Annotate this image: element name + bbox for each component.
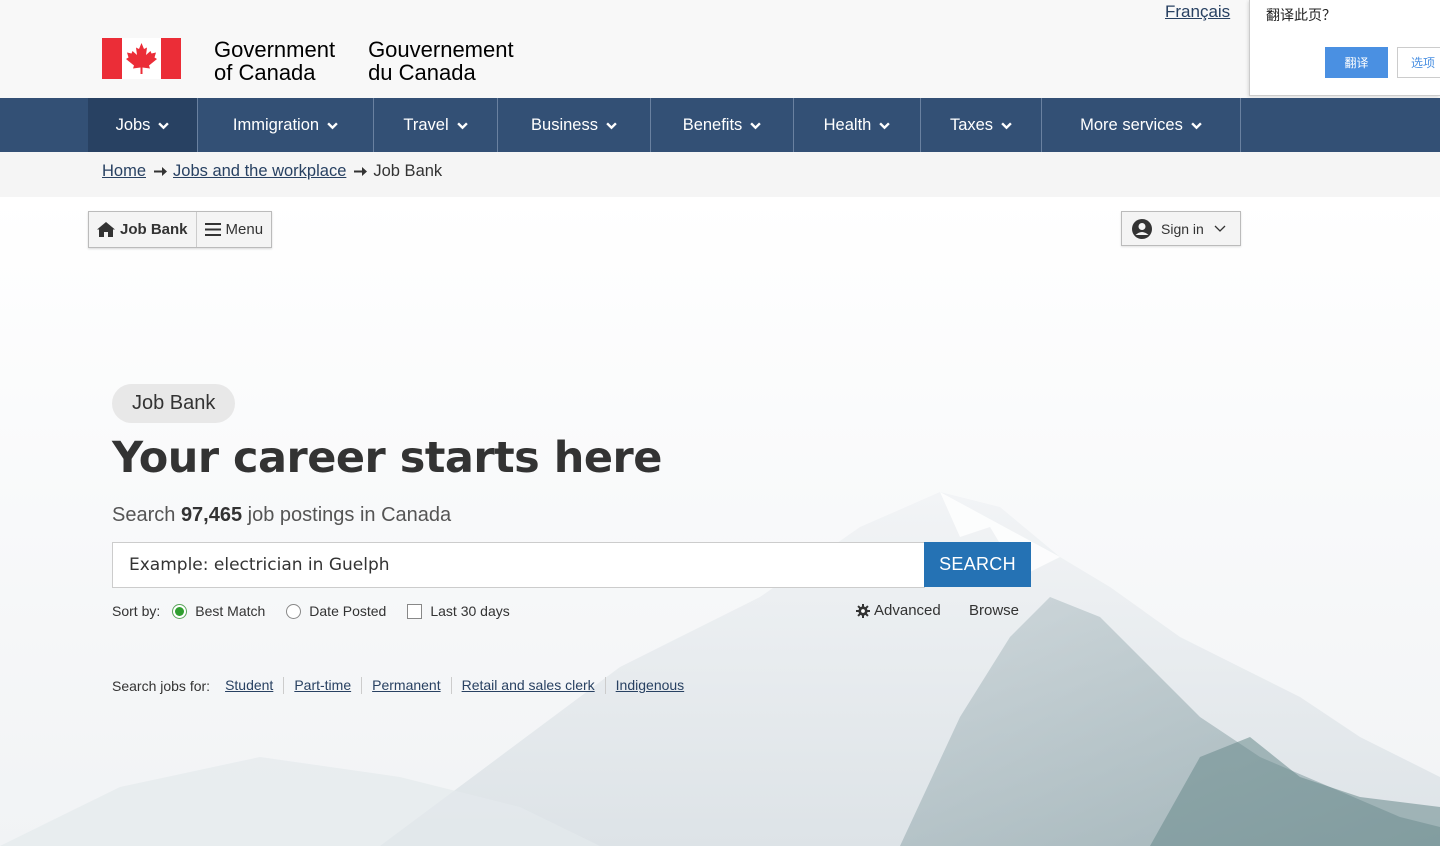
job-bank-pill: Job Bank — [112, 384, 236, 423]
gear-icon — [856, 603, 870, 618]
chevron-down-icon — [1191, 121, 1202, 129]
home-icon — [97, 222, 115, 237]
translate-question: 翻译此页？ — [1266, 8, 1336, 24]
nav-label: Taxes — [949, 115, 994, 134]
breadcrumb-home-link[interactable]: Home — [102, 162, 146, 181]
nav-item-taxes[interactable]: Taxes — [921, 98, 1042, 152]
postings-count: 97,465 — [180, 504, 243, 526]
chevron-down-icon — [327, 121, 338, 129]
brand-fr-line2: du Canada — [368, 60, 476, 85]
search-button[interactable]: SEARCH — [924, 542, 1031, 587]
nav-label: Health — [823, 115, 872, 134]
chevron-down-icon — [158, 121, 170, 129]
chevron-down-icon — [456, 121, 468, 129]
job-search-input[interactable]: Example: electrician in Guelph — [112, 542, 925, 588]
last-30-days-label: Last 30 days — [430, 603, 510, 619]
hamburger-icon — [204, 223, 221, 236]
sign-in-label: Sign in — [1161, 220, 1204, 237]
job-bank-home-label: Job Bank — [120, 221, 188, 238]
nav-list: Jobs Immigration Travel Business Benefit… — [88, 98, 1241, 152]
quick-link-student[interactable]: Student — [225, 677, 285, 694]
main-navigation: Jobs Immigration Travel Business Benefit… — [0, 98, 1440, 152]
last-30-days-option[interactable]: Last 30 days — [407, 603, 510, 619]
menu-button[interactable]: Menu — [197, 212, 272, 247]
radio-unselected-icon[interactable] — [286, 603, 302, 619]
government-brand[interactable]: Government of Canada Gouvernement du Can… — [102, 38, 514, 84]
canada-flag-icon — [102, 38, 181, 79]
advanced-search-link[interactable]: Advanced — [856, 602, 941, 619]
quick-search-links: Search jobs for: Student Part-time Perma… — [112, 677, 694, 694]
postings-summary: Search 97,465 job postings in Canada — [112, 504, 451, 527]
sort-best-match-option[interactable]: Best Match — [172, 603, 265, 619]
nav-item-travel[interactable]: Travel — [374, 98, 498, 152]
chevron-down-icon — [1001, 121, 1012, 129]
site-header: Français Government of Canada Gouverneme… — [0, 0, 1440, 98]
user-circle-icon — [1132, 218, 1152, 239]
language-toggle-link[interactable]: Français — [1165, 2, 1230, 22]
hero-section: Job Bank Menu Sign in Job Bank Your care… — [0, 197, 1440, 846]
brand-fr-line1: Gouvernement — [368, 37, 514, 62]
quick-link-permanent[interactable]: Permanent — [362, 677, 452, 694]
brand-en-line2: of Canada — [214, 60, 316, 85]
translate-options-button[interactable]: 选项 — [1397, 47, 1440, 78]
quick-search-label: Search jobs for: — [112, 677, 211, 694]
translate-button[interactable]: 翻译 — [1325, 47, 1388, 78]
nav-label: Travel — [403, 115, 449, 134]
nav-item-business[interactable]: Business — [498, 98, 651, 152]
breadcrumb: Home Jobs and the workplace Job Bank — [0, 152, 1440, 197]
sign-in-button[interactable]: Sign in — [1121, 211, 1241, 246]
brand-en-line1: Government — [214, 37, 336, 62]
nav-label: Benefits — [682, 115, 743, 134]
sort-options: Sort by: Best Match Date Posted Last 30 … — [112, 603, 531, 619]
nav-item-immigration[interactable]: Immigration — [198, 98, 374, 152]
nav-item-benefits[interactable]: Benefits — [651, 98, 794, 152]
chevron-down-icon — [879, 121, 891, 129]
nav-label: Business — [531, 115, 598, 134]
summary-suffix: job postings in Canada — [242, 504, 452, 526]
sort-date-posted-option[interactable]: Date Posted — [286, 603, 386, 619]
chevron-down-icon — [606, 121, 617, 129]
job-bank-home-button[interactable]: Job Bank — [89, 212, 197, 247]
nav-item-more-services[interactable]: More services — [1042, 98, 1241, 152]
menu-label: Menu — [225, 221, 264, 238]
chevron-down-icon — [1214, 225, 1226, 232]
sort-date-posted-label: Date Posted — [309, 603, 387, 619]
sort-label: Sort by: — [112, 603, 161, 619]
nav-label: More services — [1080, 115, 1183, 134]
breadcrumb-current: Job Bank — [373, 162, 443, 180]
arrow-right-icon — [354, 167, 368, 176]
quick-link-retail-sales-clerk[interactable]: Retail and sales clerk — [452, 677, 606, 694]
summary-prefix: Search — [112, 504, 181, 526]
nav-label: Immigration — [232, 115, 320, 134]
advanced-label: Advanced — [874, 602, 941, 619]
radio-selected-icon[interactable] — [172, 603, 188, 619]
quick-link-indigenous[interactable]: Indigenous — [606, 677, 695, 694]
page-title: Your career starts here — [112, 433, 662, 483]
breadcrumb-jobs-link[interactable]: Jobs and the workplace — [173, 162, 346, 181]
job-bank-toolbar: Job Bank Menu — [88, 211, 273, 248]
browse-link[interactable]: Browse — [969, 602, 1019, 619]
sort-best-match-label: Best Match — [195, 603, 266, 619]
arrow-right-icon — [154, 167, 168, 176]
translate-popup: 翻译此页？ 翻译 选项 — [1249, 0, 1440, 96]
chevron-down-icon — [750, 121, 762, 129]
nav-item-health[interactable]: Health — [794, 98, 921, 152]
brand-english: Government of Canada — [214, 38, 335, 84]
checkbox-icon[interactable] — [407, 603, 423, 619]
nav-label: Jobs — [115, 115, 151, 134]
brand-french: Gouvernement du Canada — [368, 38, 514, 84]
quick-link-part-time[interactable]: Part-time — [284, 677, 363, 694]
nav-item-jobs[interactable]: Jobs — [88, 98, 198, 152]
